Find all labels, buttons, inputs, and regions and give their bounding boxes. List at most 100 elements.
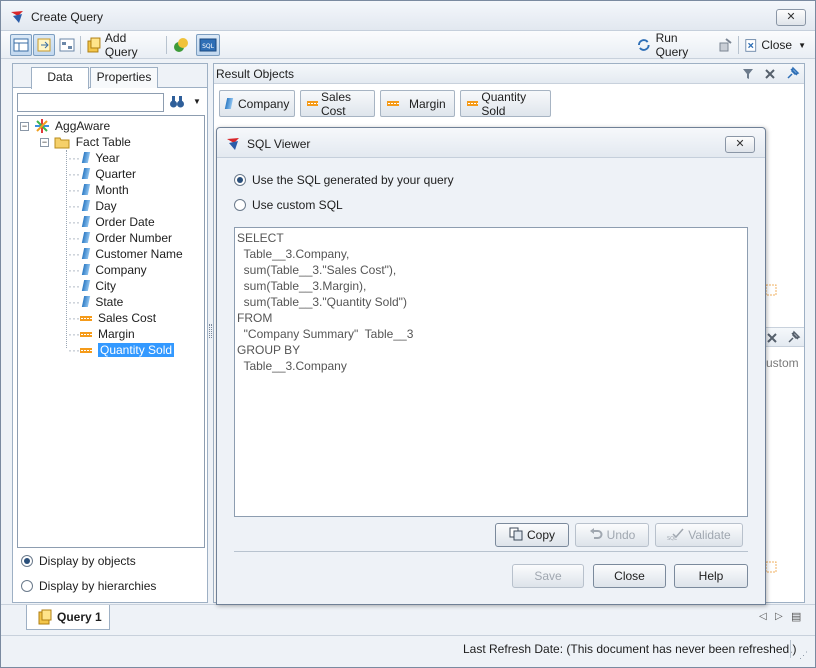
tree-item-label: Day xyxy=(95,199,117,213)
view-toggle-button[interactable] xyxy=(10,34,32,56)
close-button[interactable]: Close xyxy=(593,564,666,588)
measure-icon xyxy=(467,101,479,106)
remove-all-icon[interactable] xyxy=(764,68,776,80)
dimension-icon xyxy=(82,264,91,275)
tab-scroll-left-icon[interactable]: ◁ xyxy=(759,611,767,622)
tree-item[interactable]: ··· Margin xyxy=(68,326,135,342)
tab-properties[interactable]: Properties xyxy=(90,67,158,88)
tree-item-label: Order Date xyxy=(95,215,155,229)
search-options-chevron-icon[interactable]: ▼ xyxy=(193,97,201,106)
result-object-label: Margin xyxy=(409,96,446,111)
result-objects-title: Result Objects xyxy=(216,67,295,81)
tab-query-1[interactable]: Query 1 xyxy=(26,605,110,630)
run-query-button[interactable]: Run Query xyxy=(633,31,713,59)
chevron-down-icon[interactable]: ▼ xyxy=(798,41,806,50)
pin-icon[interactable] xyxy=(786,330,801,345)
svg-text:SQL: SQL xyxy=(202,43,215,50)
help-button[interactable]: Help xyxy=(674,564,748,588)
use-generated-sql-option[interactable]: Use the SQL generated by your query xyxy=(234,173,454,187)
refresh-data-button[interactable] xyxy=(170,34,192,56)
tree-item-selected[interactable]: ··· Quantity Sold xyxy=(68,342,175,358)
collapse-icon[interactable]: − xyxy=(20,122,29,131)
collapse-icon[interactable]: − xyxy=(40,138,49,147)
pin-icon[interactable] xyxy=(785,66,800,81)
tree-folder[interactable]: − Fact Table xyxy=(40,134,131,150)
tree-item[interactable]: ··· Year xyxy=(68,150,120,166)
tree-root[interactable]: − AggAware xyxy=(20,118,110,134)
dimension-icon xyxy=(224,98,234,109)
save-button[interactable]: Save xyxy=(512,564,584,588)
panel-icon xyxy=(37,38,51,52)
tree-item[interactable]: ··· Company xyxy=(68,262,147,278)
tree-item[interactable]: ··· Sales Cost xyxy=(68,310,156,326)
dialog-title-bar: SQL Viewer ✕ xyxy=(217,128,765,158)
data-panel: Data Properties ▼ − AggAware − Fact Tabl… xyxy=(12,63,208,603)
app-logo-icon xyxy=(227,138,239,150)
tree-item-label: Company xyxy=(95,263,147,277)
add-query-label: Add Query xyxy=(104,31,138,59)
validate-sql-icon: SQL xyxy=(667,528,684,542)
measure-icon xyxy=(307,101,318,106)
validate-button[interactable]: SQL Validate xyxy=(655,523,743,547)
radio-icon[interactable] xyxy=(21,580,33,592)
tab-data[interactable]: Data xyxy=(31,67,89,89)
dimension-icon xyxy=(82,232,91,243)
tree-item-label: Customer Name xyxy=(95,247,183,261)
copy-button[interactable]: Copy xyxy=(495,523,569,547)
window-close-button[interactable]: ✕ xyxy=(776,9,806,26)
close-query-label: Close xyxy=(761,38,793,52)
tree-item[interactable]: ··· Month xyxy=(68,182,129,198)
tree-item[interactable]: ··· Customer Name xyxy=(68,246,183,262)
drop-target-icon xyxy=(765,561,777,573)
use-custom-sql-option[interactable]: Use custom SQL xyxy=(234,198,343,212)
result-object-label: Quantity Sold xyxy=(481,89,527,118)
display-by-objects-option[interactable]: Display by objects xyxy=(21,554,136,568)
tab-scroll-right-icon[interactable]: ▷ xyxy=(775,611,783,622)
result-object-margin[interactable]: Margin xyxy=(380,90,455,117)
radio-selected-icon[interactable] xyxy=(21,555,33,567)
close-query-button[interactable]: Close ▼ xyxy=(741,34,807,56)
measure-icon xyxy=(80,348,92,353)
radio-icon[interactable] xyxy=(234,199,246,211)
remove-all-icon[interactable] xyxy=(766,332,778,344)
tree-item[interactable]: ··· Quarter xyxy=(68,166,136,182)
tree-item[interactable]: ··· State xyxy=(68,294,123,310)
tree-item-label: City xyxy=(95,279,116,293)
tree-item[interactable]: ··· Order Number xyxy=(68,230,172,246)
dimension-icon xyxy=(82,184,91,195)
query-icon xyxy=(38,609,52,625)
tab-list-icon[interactable]: ▤ xyxy=(791,610,801,623)
custom-text-fragment: ustom xyxy=(766,356,799,370)
tree-item[interactable]: ··· Day xyxy=(68,198,117,214)
sql-button[interactable]: SQL xyxy=(196,34,220,56)
tree-item[interactable]: ··· City xyxy=(68,278,116,294)
search-input[interactable] xyxy=(17,93,164,112)
window-title: Create Query xyxy=(31,10,104,24)
result-object-sales-cost[interactable]: Sales Cost xyxy=(300,90,375,118)
status-bar: Last Refresh Date: (This document has ne… xyxy=(1,635,815,667)
splitter-grip[interactable] xyxy=(209,324,212,338)
binoculars-icon[interactable] xyxy=(169,94,185,110)
dimension-icon xyxy=(82,168,91,179)
eraser-icon xyxy=(719,38,732,52)
dialog-title: SQL Viewer xyxy=(247,137,311,151)
filter-icon[interactable] xyxy=(742,68,754,80)
dialog-close-button[interactable]: ✕ xyxy=(725,136,755,153)
radio-selected-icon[interactable] xyxy=(234,174,246,186)
resize-grip-icon[interactable]: ⋰ xyxy=(799,650,808,661)
measure-icon xyxy=(80,316,92,321)
add-query-icon xyxy=(87,37,101,53)
display-by-objects-label: Display by objects xyxy=(39,554,136,568)
purge-button[interactable] xyxy=(716,34,736,56)
query-tab-bar: Query 1 ◁ ▷ ▤ xyxy=(1,604,815,632)
undo-button[interactable]: Undo xyxy=(575,523,649,547)
result-object-quantity-sold[interactable]: Quantity Sold xyxy=(460,89,551,118)
sql-text-area[interactable]: SELECT Table__3.Company, sum(Table__3."S… xyxy=(234,227,748,517)
query-panel-button[interactable] xyxy=(33,34,55,56)
layout-button[interactable] xyxy=(56,34,78,56)
display-by-hierarchies-option[interactable]: Display by hierarchies xyxy=(21,579,156,593)
add-query-button[interactable]: Add Query xyxy=(83,31,163,59)
tree-item[interactable]: ··· Order Date xyxy=(68,214,155,230)
result-object-company[interactable]: Company xyxy=(219,90,295,117)
tree-root-label: AggAware xyxy=(55,119,111,133)
